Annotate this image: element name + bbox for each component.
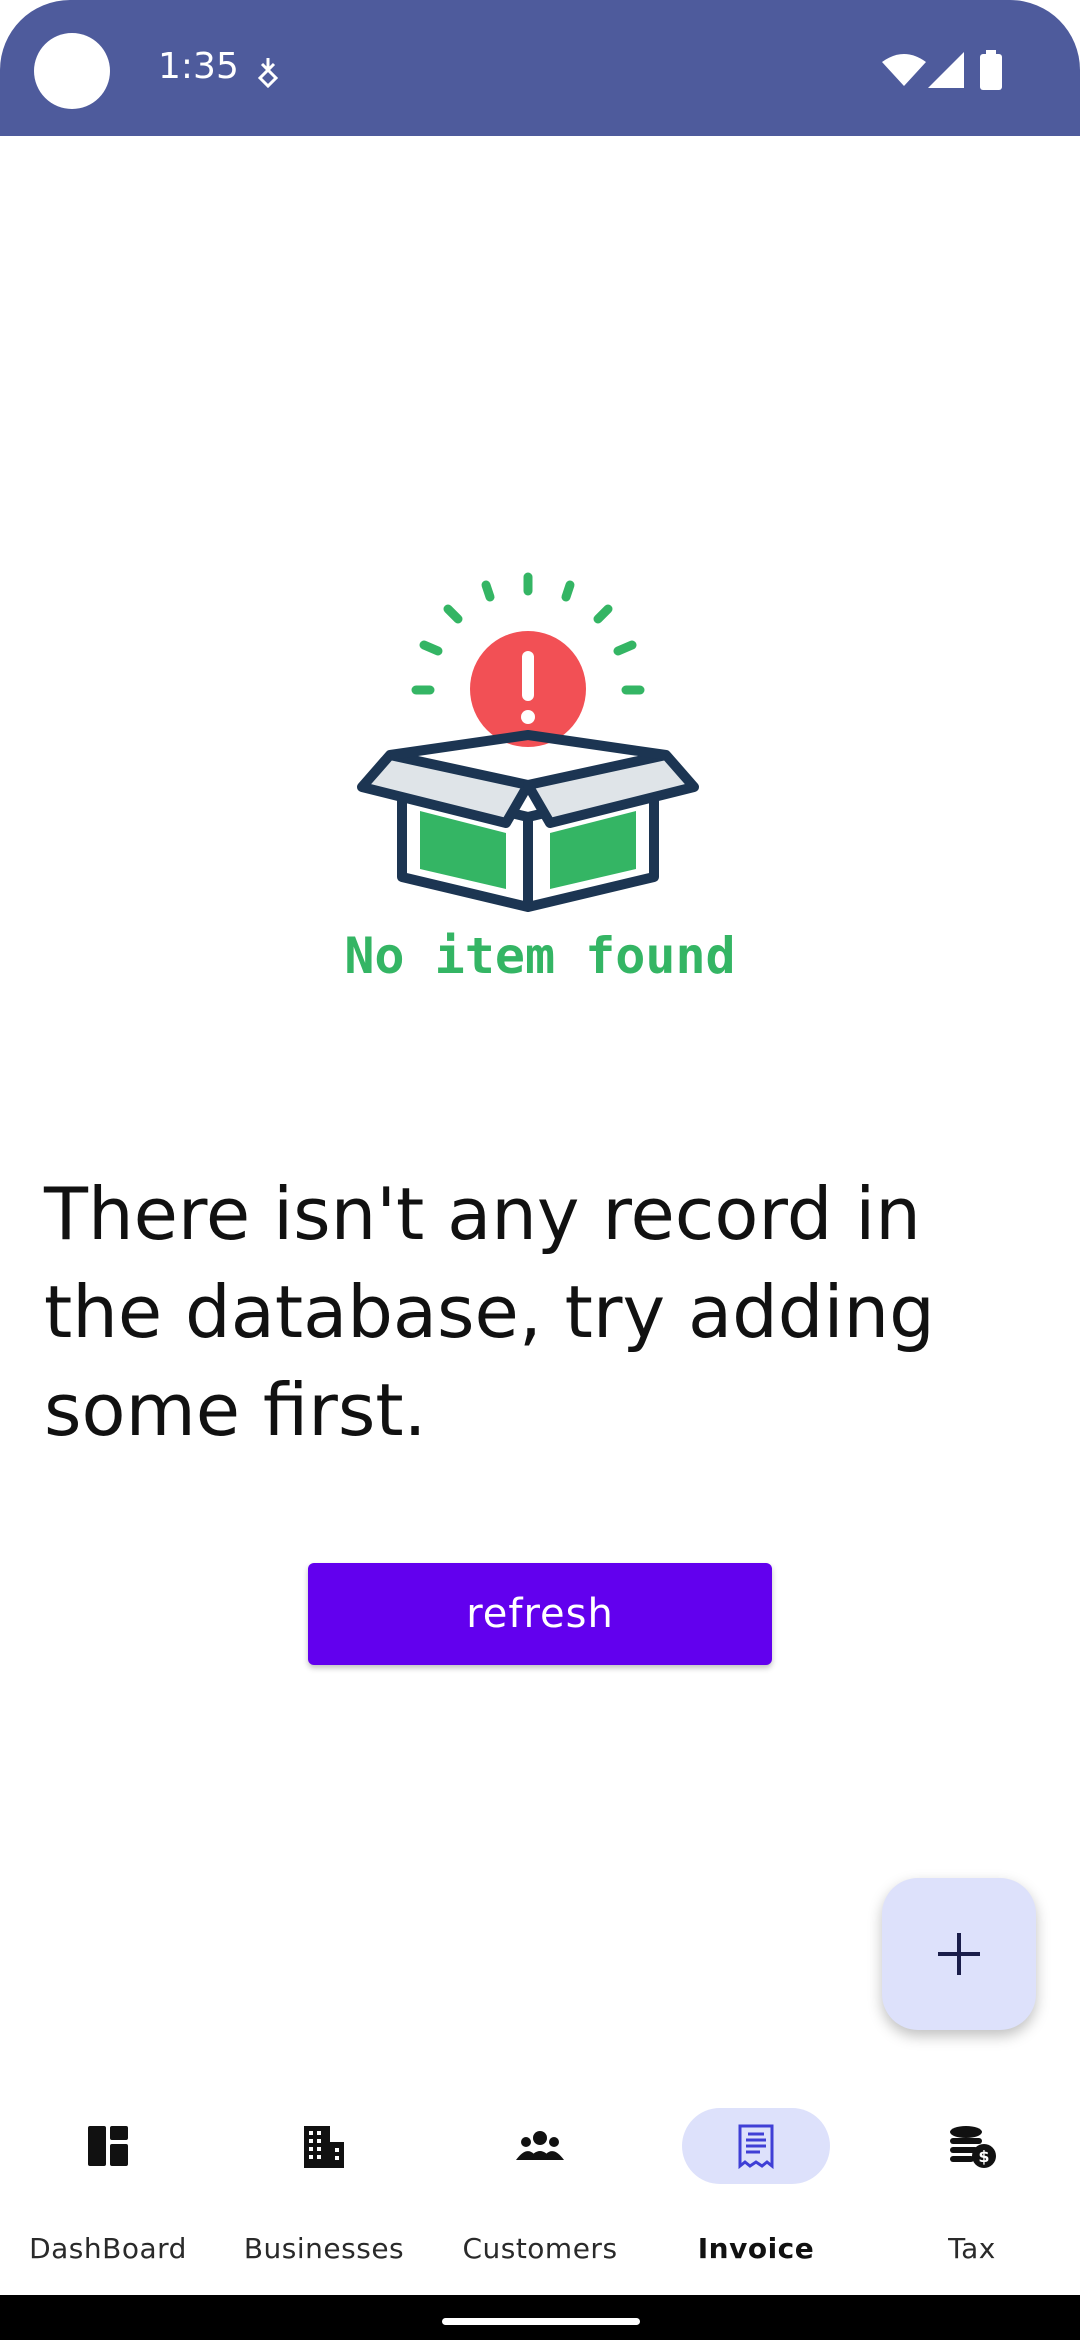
- camera-cutout: [34, 33, 110, 109]
- plus-icon: [938, 1933, 980, 1975]
- status-time: 1:35: [158, 46, 239, 87]
- svg-text:$: $: [978, 2147, 989, 2166]
- gesture-navigation-area: [0, 2295, 1080, 2340]
- cellular-signal-icon: [928, 52, 964, 88]
- nav-item-customers[interactable]: Customers: [432, 2090, 648, 2295]
- open-box-alert-icon: [357, 572, 699, 912]
- download-indicator-icon: [257, 58, 279, 88]
- dashboard-icon: [88, 2126, 128, 2166]
- status-bar: 1:35: [0, 0, 1080, 136]
- empty-state-illustration: No item found: [340, 555, 740, 995]
- battery-icon: [980, 50, 1002, 90]
- empty-state-message: There isn't any record in the database, …: [44, 1172, 935, 1452]
- illustration-caption: No item found: [344, 927, 736, 985]
- nav-item-invoice[interactable]: Invoice: [648, 2090, 864, 2295]
- add-fab-button[interactable]: [882, 1878, 1036, 2030]
- building-icon: [304, 2126, 344, 2168]
- refresh-button[interactable]: refresh: [308, 1563, 772, 1665]
- nav-item-tax[interactable]: $ Tax: [864, 2090, 1080, 2295]
- receipt-icon: [738, 2124, 774, 2170]
- bottom-navigation: DashBoard Businesses Customers Invoice $…: [0, 2090, 1080, 2295]
- nav-label-tax: Tax: [948, 2232, 996, 2265]
- nav-item-dashboard[interactable]: DashBoard: [0, 2090, 216, 2295]
- nav-label-dashboard: DashBoard: [29, 2232, 187, 2265]
- home-indicator[interactable]: [442, 2318, 640, 2325]
- nav-label-invoice: Invoice: [697, 2232, 815, 2265]
- wifi-icon: [882, 54, 926, 86]
- nav-item-businesses[interactable]: Businesses: [216, 2090, 432, 2295]
- people-icon: [516, 2131, 564, 2160]
- nav-label-customers: Customers: [462, 2232, 618, 2265]
- coins-dollar-icon: $: [950, 2126, 996, 2168]
- nav-label-businesses: Businesses: [243, 2232, 405, 2265]
